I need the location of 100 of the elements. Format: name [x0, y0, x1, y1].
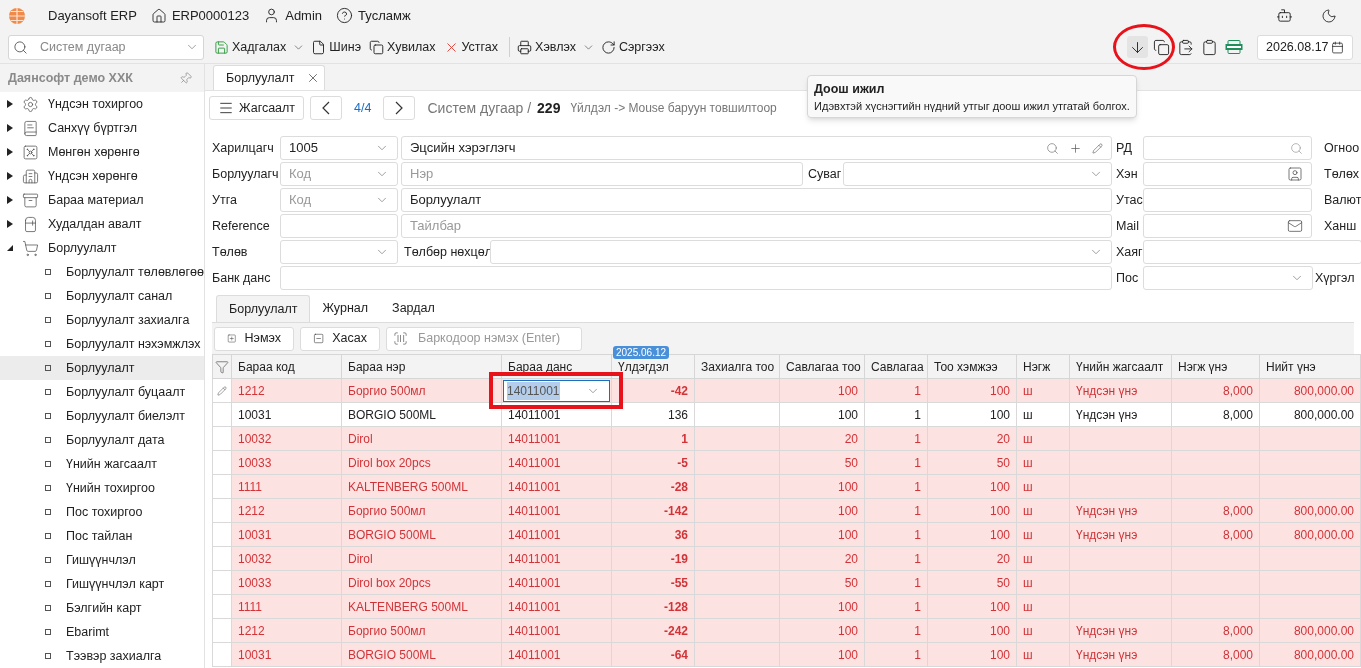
- expanded-caret-icon: [6, 244, 14, 252]
- document-icon: [311, 39, 327, 55]
- pencil-icon[interactable]: [1092, 142, 1103, 154]
- table-cell: 1111: [231, 594, 342, 619]
- column-header[interactable]: Савлагаа тоо: [779, 354, 865, 379]
- table-cell: 100: [779, 618, 865, 643]
- input-field[interactable]: [280, 214, 398, 238]
- toolbar-button[interactable]: Сэргээх: [598, 35, 667, 59]
- sidebar-item[interactable]: Мөнгөн хөрөнгө: [0, 140, 204, 164]
- select-field[interactable]: [490, 240, 1112, 264]
- table-cell: 1: [864, 546, 928, 571]
- table-cell: -5: [611, 450, 695, 475]
- table-cell: 14011001: [501, 474, 612, 499]
- input-field[interactable]: [1143, 136, 1312, 160]
- bullet-icon: [45, 413, 51, 419]
- sidebar-item[interactable]: Санхүү бүртгэл: [0, 116, 204, 140]
- sidebar-subitem[interactable]: Пос тайлан: [0, 524, 204, 548]
- column-header[interactable]: Савлагаа: [864, 354, 928, 379]
- column-header[interactable]: Үнийн жагсаалт: [1069, 354, 1172, 379]
- sidebar-item[interactable]: Бараа материал: [0, 188, 204, 212]
- list-button[interactable]: Жагсаалт: [209, 96, 305, 120]
- table-cell: ш: [1016, 426, 1070, 451]
- table-cell: 1: [864, 378, 928, 403]
- company-name: Даянсофт демо ХХК: [8, 69, 133, 87]
- input-field[interactable]: Эцсийн хэрэглэгч: [401, 136, 1112, 160]
- sidebar-subitem[interactable]: Үнийн тохиргоо: [0, 476, 204, 500]
- sidebar-subitem[interactable]: Үнийн жагсаалт: [0, 452, 204, 476]
- sidebar-subitem[interactable]: Тээвэр захиалга: [0, 644, 204, 668]
- tab[interactable]: Борлуулалт: [216, 295, 311, 322]
- filter-icon[interactable]: [215, 359, 229, 374]
- table-cell: 100: [779, 474, 865, 499]
- table-cell: 1: [864, 498, 928, 523]
- sidebar-item[interactable]: Үндсэн хөрөнгө: [0, 164, 204, 188]
- toolbar-button[interactable]: Хадгалах: [212, 35, 289, 59]
- next-button[interactable]: [383, 96, 416, 120]
- help-link[interactable]: Тусламж: [336, 5, 411, 26]
- minus-icon: [313, 331, 325, 346]
- column-header[interactable]: Бараа код: [231, 354, 342, 379]
- search-icon[interactable]: [1046, 141, 1059, 155]
- sidebar-subitem[interactable]: Борлуулалт нэхэмжлэх: [0, 332, 204, 356]
- input-field[interactable]: [1143, 162, 1312, 186]
- sidebar-item[interactable]: Үндсэн тохиргоо: [0, 92, 204, 116]
- input-field[interactable]: Борлуулалт: [401, 188, 1112, 212]
- document-tab[interactable]: Борлуулалт: [213, 65, 325, 90]
- table-cell: 100: [927, 498, 1017, 523]
- sidebar-subitem[interactable]: Борлуулалт биелэлт: [0, 404, 204, 428]
- table-cell: 10031: [231, 522, 342, 547]
- tab[interactable]: Зардал: [380, 295, 447, 322]
- sidebar-subitem[interactable]: Борлуулалт дата: [0, 428, 204, 452]
- table-cell: 20: [779, 546, 865, 571]
- input-field[interactable]: [1143, 240, 1361, 264]
- date-field[interactable]: 2026.08.17: [1257, 34, 1353, 60]
- sidebar-subitem[interactable]: Борлуулалт захиалга: [0, 308, 204, 332]
- sidebar-subitem[interactable]: Борлуулалт: [0, 356, 204, 380]
- column-header[interactable]: Нийт үнэ: [1259, 354, 1361, 379]
- sidebar-subitem[interactable]: Пос тохиргоо: [0, 500, 204, 524]
- user-menu[interactable]: Admin: [263, 5, 323, 26]
- remove-button[interactable]: Хасах: [300, 326, 380, 351]
- toolbar-button[interactable]: Шинэ: [309, 35, 364, 59]
- tool-button[interactable]: [1127, 36, 1148, 58]
- sidebar-item[interactable]: Борлуулалт: [0, 236, 204, 260]
- column-header[interactable]: Нэгж: [1016, 354, 1070, 379]
- sidebar-subitem[interactable]: Гишүүнчлэл карт: [0, 572, 204, 596]
- robot-icon[interactable]: [1276, 7, 1293, 24]
- close-icon[interactable]: [306, 71, 320, 85]
- column-header[interactable]: Нэгж үнэ: [1171, 354, 1260, 379]
- add-icon[interactable]: [1069, 141, 1082, 155]
- select-field[interactable]: [280, 240, 398, 264]
- printer-icon: [517, 39, 533, 55]
- column-header[interactable]: Тоо хэмжээ: [927, 354, 1017, 379]
- moon-icon[interactable]: [1321, 7, 1337, 24]
- toolbar-button[interactable]: Устгах: [441, 35, 501, 59]
- sidebar-subitem[interactable]: Ebarimt: [0, 620, 204, 644]
- select-field[interactable]: [843, 162, 1112, 186]
- sidebar-subitem[interactable]: Борлуулалт санал: [0, 284, 204, 308]
- column-header[interactable]: Бараа нэр: [341, 354, 502, 379]
- table-cell: ш: [1016, 522, 1070, 547]
- add-button[interactable]: Нэмэх: [214, 326, 294, 351]
- cart-icon: [22, 239, 39, 257]
- select-field[interactable]: 1005: [280, 136, 398, 160]
- input-field[interactable]: [280, 266, 1112, 290]
- save-icon: [214, 39, 229, 55]
- table-cell: 100: [927, 474, 1017, 499]
- sidebar-item[interactable]: Худалдан авалт: [0, 212, 204, 236]
- tab[interactable]: Журнал: [310, 295, 381, 322]
- sidebar-subitem[interactable]: Бэлгийн карт: [0, 596, 204, 620]
- table-cell: ш: [1016, 498, 1070, 523]
- field-label: Төлөв: [212, 243, 249, 261]
- column-header[interactable]: Захиалга тоо: [694, 354, 780, 379]
- search-select[interactable]: Систем дугаар: [8, 34, 204, 60]
- sidebar-subitem[interactable]: Гишүүнчлэл: [0, 548, 204, 572]
- account-select[interactable]: 14011001: [503, 379, 610, 402]
- input-field[interactable]: [1143, 214, 1312, 238]
- toolbar-button[interactable]: Хувилах: [367, 35, 438, 59]
- select-field[interactable]: [1143, 266, 1313, 290]
- toolbar-button[interactable]: Хэвлэх: [515, 35, 578, 59]
- input-field[interactable]: [1143, 188, 1312, 212]
- sidebar-subitem[interactable]: Борлуулалт төлөвлөгөө: [0, 260, 204, 284]
- previous-button[interactable]: [310, 96, 343, 120]
- sidebar-subitem[interactable]: Борлуулалт буцаалт: [0, 380, 204, 404]
